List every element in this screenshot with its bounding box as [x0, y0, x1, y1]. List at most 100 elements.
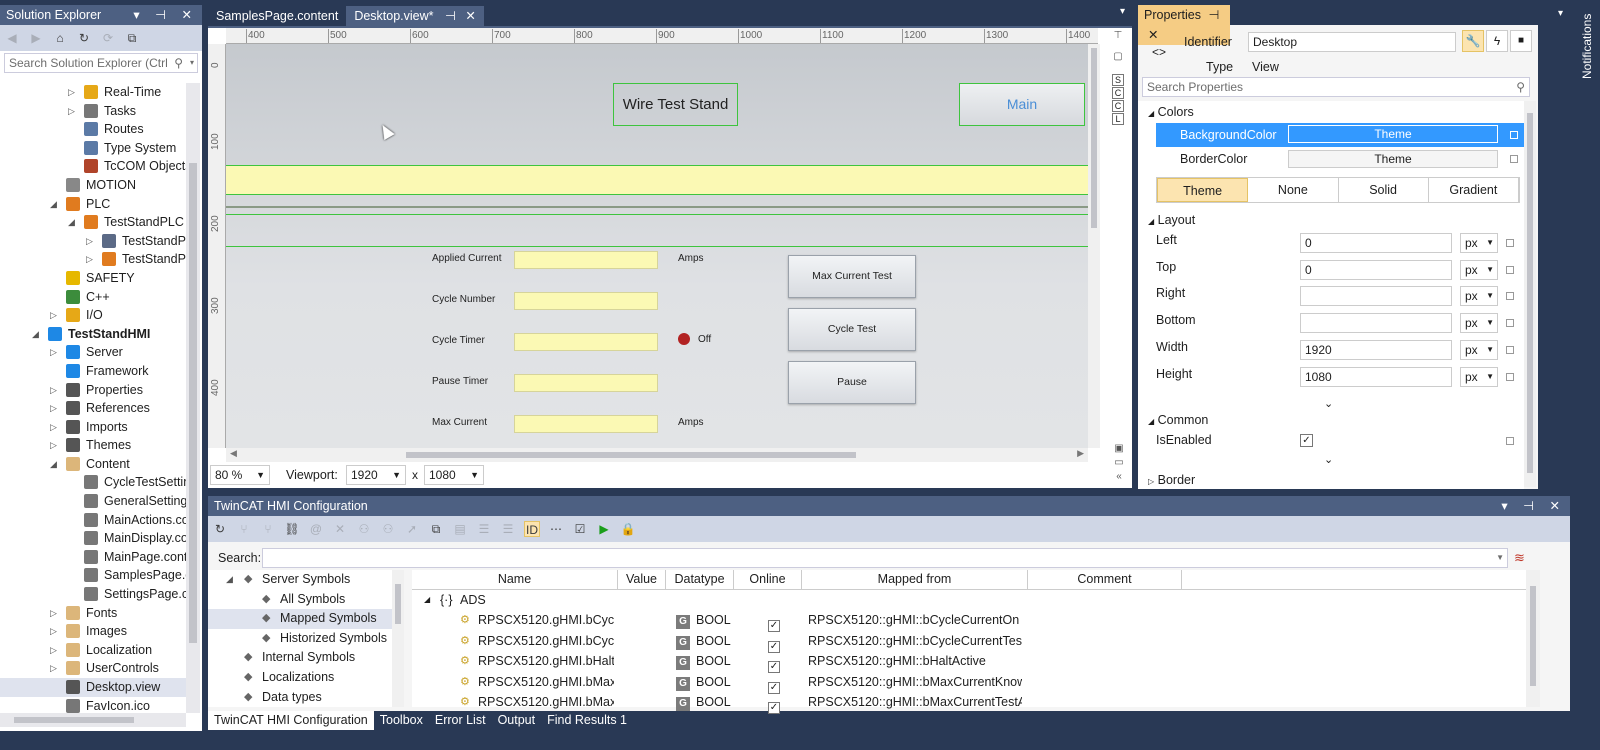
layout-property-row[interactable]: Height 1080 px ▼ [1138, 365, 1524, 389]
map-all-icon[interactable]: ⑂ [260, 521, 276, 537]
solution-explorer-search[interactable]: Search Solution Explorer (Ctrl ⚲ ▾ [4, 53, 198, 73]
code-icon[interactable]: <> [1152, 45, 1166, 59]
expanded-arrow-icon[interactable]: ◢ [226, 570, 233, 590]
unit-select[interactable]: px ▼ [1460, 233, 1498, 253]
play-icon[interactable]: ▶ [596, 521, 612, 537]
column-header-online[interactable]: Online [734, 570, 802, 589]
symbol-category-item[interactable]: ◢ ◆ Server Symbols [208, 570, 392, 590]
bottom-tab[interactable]: Error List [429, 711, 492, 730]
ads-group-row[interactable]: ◢ {·} ADS [412, 590, 1012, 610]
tab-samplespage[interactable]: SamplesPage.content [208, 6, 346, 26]
id-filter-icon[interactable]: ID [524, 521, 540, 537]
collapsed-arrow-icon[interactable]: ▷ [50, 306, 57, 325]
reset-icon[interactable] [1510, 155, 1518, 163]
forward-icon[interactable]: ▶ [28, 30, 44, 46]
chevron-down-icon[interactable]: ⌄ [1324, 453, 1333, 466]
arrow-icon[interactable]: ➚ [404, 521, 420, 537]
refresh-icon[interactable]: ↻ [212, 521, 228, 537]
tree-item[interactable]: ▷ TestStandPLC [0, 250, 186, 269]
fit-width-icon[interactable]: ▭ [1112, 456, 1126, 470]
collapsed-arrow-icon[interactable]: ▷ [68, 83, 75, 102]
panel-window-controls[interactable]: ▾ ⊣ ✕ [133, 5, 198, 25]
tree-item[interactable]: ▷ Localization [0, 641, 186, 660]
online-checkbox[interactable]: ✓ [768, 702, 780, 714]
tree-item[interactable]: ▷ TestStandPLC [0, 232, 186, 251]
expanded-arrow-icon[interactable]: ◢ [68, 213, 75, 232]
reset-icon[interactable] [1506, 239, 1514, 247]
collapsed-arrow-icon[interactable]: ▷ [50, 381, 57, 400]
tree-item[interactable]: Routes [0, 120, 186, 139]
chevron-down-icon[interactable]: ▾ [190, 54, 194, 72]
color-mode-theme[interactable]: Theme [1157, 178, 1249, 202]
bgcolor-row[interactable]: BackgroundColor Theme [1156, 123, 1524, 147]
list-alt-icon[interactable]: ☰ [500, 521, 516, 537]
color-mode-solid[interactable]: Solid [1339, 178, 1429, 202]
editor-menu-arrow[interactable]: ▾ [1120, 6, 1125, 17]
at-icon[interactable]: @ [308, 521, 324, 537]
pin-icon[interactable]: ⊤ [1108, 30, 1128, 41]
expanded-arrow-icon[interactable]: ◢ [50, 195, 57, 214]
hscroll-thumb[interactable] [14, 717, 134, 723]
wrench-icon[interactable]: 🔧 [1462, 30, 1484, 52]
reset-icon[interactable] [1506, 319, 1514, 328]
tree-item[interactable]: ▷ Real-Time [0, 83, 186, 102]
fit-icon[interactable]: ▢ [1108, 51, 1128, 62]
unit-select[interactable]: px ▼ [1460, 286, 1498, 307]
sync-icon[interactable]: ↻ [76, 30, 92, 46]
collapsed-arrow-icon[interactable]: ▷ [50, 641, 57, 660]
tree-item[interactable]: ▷ Server [0, 343, 186, 362]
tree-item[interactable]: ▷ Imports [0, 418, 186, 437]
tree-item[interactable]: ◢ Content [0, 455, 186, 474]
clear-filter-icon[interactable]: ≋ [1514, 550, 1525, 566]
tree-item[interactable]: MainDisplay.con [0, 529, 186, 548]
tree-item[interactable]: ▷ Fonts [0, 604, 186, 623]
group-icon[interactable]: ⚇ [380, 521, 396, 537]
symbol-category-item[interactable]: ◆ Mapped Symbols [208, 609, 392, 629]
tree-item[interactable]: ▷ Tasks [0, 102, 186, 121]
notifications-tab[interactable]: Notifications [1578, 5, 1598, 95]
chevron-down-icon[interactable]: ▼ [1496, 549, 1504, 567]
collapsed-arrow-icon[interactable]: ▷ [50, 418, 57, 437]
unit-select[interactable]: px ▼ [1460, 259, 1498, 280]
cycle-test-button[interactable]: Cycle Test [788, 308, 916, 351]
lock-icon[interactable]: 🔒 [620, 521, 636, 537]
lock-icon[interactable]: ■ [1510, 30, 1532, 52]
expanded-arrow-icon[interactable]: ◢ [50, 455, 57, 474]
layout-property-row[interactable]: Left 0 px ▼ [1138, 231, 1524, 255]
reset-icon[interactable] [1506, 437, 1514, 445]
tree-item[interactable]: ▷ UserControls [0, 659, 186, 678]
scroll-right-icon[interactable]: ▶ [1077, 448, 1084, 459]
viewport-height-select[interactable]: 1080 ▼ [424, 465, 484, 485]
collapsed-arrow-icon[interactable]: ▷ [50, 622, 57, 641]
reset-icon[interactable] [1506, 265, 1514, 274]
side-tool-letter[interactable]: L [1112, 113, 1124, 125]
value-field[interactable] [514, 251, 658, 269]
pin-icon[interactable]: ⊣ [1208, 8, 1219, 22]
collapsed-arrow-icon[interactable]: ▷ [50, 436, 57, 455]
editor-hscroll[interactable]: ◀ ▶ [226, 448, 1088, 462]
collapsed-arrow-icon[interactable]: ▷ [86, 250, 93, 269]
side-tool-letter[interactable]: C [1112, 87, 1124, 99]
layout-property-row[interactable]: Bottom px ▼ [1138, 311, 1524, 335]
properties-search[interactable]: Search Properties ⚲ [1142, 77, 1530, 97]
collapsed-arrow-icon[interactable]: ▷ [68, 102, 75, 121]
property-value-input[interactable]: 0 [1300, 233, 1452, 253]
tree-item[interactable]: CycleTestSetting [0, 473, 186, 492]
paste-icon[interactable]: ▤ [452, 521, 468, 537]
property-value-input[interactable]: 1920 [1300, 339, 1452, 360]
collapse-all-icon[interactable]: ⧉ [124, 30, 140, 46]
bottom-tab[interactable]: Toolbox [374, 711, 429, 730]
tree-item[interactable]: TcCOM Objects [0, 157, 186, 176]
editor-vscroll[interactable] [1088, 44, 1100, 448]
bottom-tab[interactable]: TwinCAT HMI Configuration [208, 711, 374, 730]
map-symbol-icon[interactable]: ⑂ [236, 521, 252, 537]
property-value-input[interactable] [1300, 313, 1452, 334]
side-tool-letter[interactable]: C [1112, 100, 1124, 112]
collapse-icon[interactable]: « [1112, 470, 1126, 484]
column-header-datatype[interactable]: Datatype [666, 570, 734, 589]
tree-item[interactable]: ▷ I/O [0, 306, 186, 325]
panel-menu-arrow[interactable]: ▾ [1558, 8, 1563, 19]
symbol-row[interactable]: ⚙ RPSCX5120.gHMI.bCycle G BOOL ✓ RPSCX5120::g… [412, 631, 1526, 653]
column-header-mapped-from[interactable]: Mapped from [802, 570, 1028, 589]
unit-select[interactable]: px ▼ [1460, 339, 1498, 360]
